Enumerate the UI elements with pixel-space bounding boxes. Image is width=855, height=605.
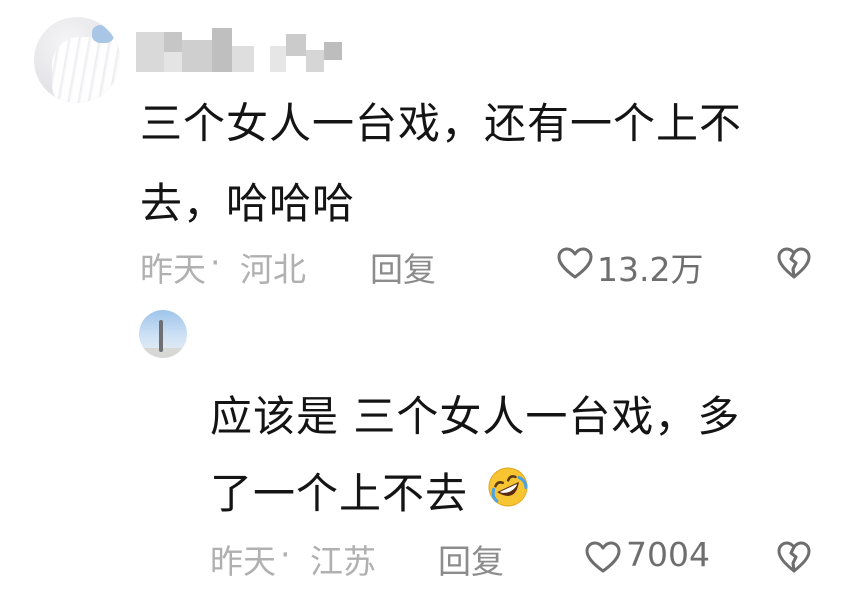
avatar-image-part [52, 37, 120, 103]
dislike-broken-heart-icon[interactable] [776, 246, 812, 280]
avatar-image-part [92, 25, 114, 43]
comment-thread: 三个女人一台戏，还有一个上不 去，哈哈哈 昨天 · 河北 回复 13.2万 应该… [0, 0, 855, 605]
like-count: 7004 [626, 535, 710, 574]
avatar-image-part [159, 320, 163, 352]
comment-time: 昨天 [210, 542, 276, 581]
mosaic-block [286, 34, 306, 56]
mosaic-block [306, 50, 324, 72]
comment-time: 昨天 [140, 250, 206, 289]
reply-button[interactable]: 回复 [438, 535, 504, 583]
mosaic-block [232, 46, 254, 72]
mosaic-block [212, 28, 232, 72]
like-count: 13.2万 [597, 250, 704, 289]
comment-text-line: 了一个上不去 [210, 469, 469, 518]
dislike-broken-heart-icon[interactable] [776, 540, 812, 574]
avatar-image-part [139, 348, 187, 358]
comment-location: 江苏 [310, 542, 376, 581]
heart-icon [557, 247, 593, 279]
user-avatar-1[interactable] [34, 17, 120, 103]
meta-separator: · [210, 243, 221, 282]
mosaic-block [324, 42, 342, 60]
rolling-on-floor-laughing-emoji [488, 467, 528, 507]
user-avatar-2[interactable] [139, 310, 187, 358]
comment-text-line: 三个女人一台戏，还有一个上不 [140, 99, 743, 148]
comment-text-line: 应该是 三个女人一台戏，多 [210, 392, 741, 441]
comment-text-line: 去，哈哈哈 [140, 179, 356, 228]
reply-button[interactable]: 回复 [370, 243, 436, 291]
heart-icon [585, 541, 621, 573]
mosaic-block [182, 40, 212, 72]
mosaic-block [164, 32, 182, 52]
meta-separator: · [280, 535, 291, 574]
mosaic-block [270, 46, 286, 72]
comment-location: 河北 [240, 250, 306, 289]
mosaic-block [136, 32, 164, 72]
mosaic-block [164, 52, 182, 72]
